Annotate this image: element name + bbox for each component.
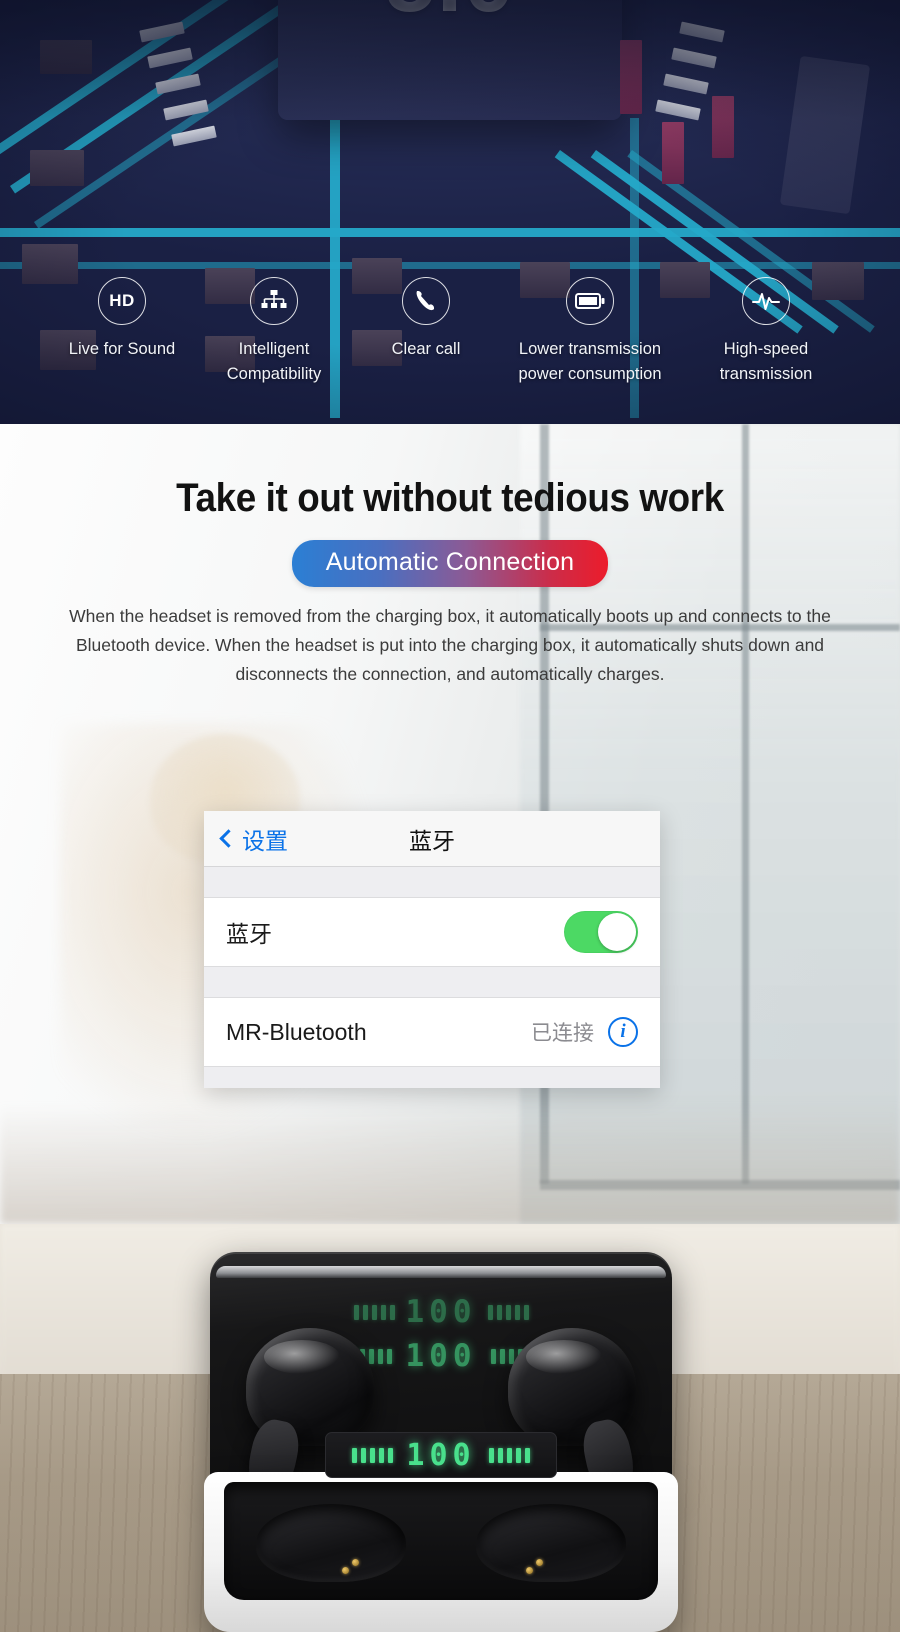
bluetooth-toggle-row[interactable]: 蓝牙	[204, 897, 660, 967]
feature-item-lower-power: Lower transmission power consumption	[502, 276, 678, 388]
feature-label: Clear call	[391, 339, 461, 358]
circuit-trace	[0, 262, 900, 269]
ios-navigation-bar: 设置 蓝牙	[204, 811, 660, 867]
battery-bars-right	[488, 1447, 530, 1463]
phone-call-icon	[402, 276, 450, 325]
earbud-left	[242, 1328, 374, 1502]
bluetooth-toggle-switch[interactable]	[564, 911, 638, 953]
info-circle-icon[interactable]: i	[608, 1017, 638, 1047]
earbud-socket-left	[256, 1504, 406, 1582]
battery-bars-right	[487, 1304, 529, 1320]
chip-illustration: 5.0	[278, 0, 622, 120]
hero-banner: 5.0 HD Live for Sound	[0, 0, 900, 424]
led-middle-value: 100	[405, 1338, 477, 1374]
led-top-value: 100	[405, 1294, 477, 1330]
component	[40, 40, 92, 74]
bluetooth-toggle-label: 蓝牙	[226, 921, 272, 947]
section-spacer-2	[204, 967, 660, 997]
sitemap-icon	[250, 276, 298, 325]
toggle-knob	[598, 913, 636, 951]
component	[30, 150, 84, 186]
battery-bars-left	[352, 1447, 394, 1463]
earbud-right	[508, 1328, 640, 1502]
page-title: Take it out without tedious work	[176, 476, 724, 520]
led-panel-value: 100	[406, 1437, 476, 1473]
feature-label: High-speed	[723, 339, 809, 358]
led-display-top: 100	[210, 1294, 672, 1330]
case-lid-edge	[216, 1266, 666, 1278]
badge-container: Automatic Connection	[0, 540, 900, 587]
circuit-trace	[0, 228, 900, 237]
bluetooth-version-label: 5.0	[278, 0, 622, 33]
feature-label: Live for Sound	[68, 339, 176, 358]
charging-case: 100 100 100	[204, 1236, 678, 1632]
hd-icon: HD	[98, 276, 146, 325]
description-paragraph: When the headset is removed from the cha…	[69, 606, 831, 684]
section-spacer	[204, 867, 660, 897]
earbud-highlight	[526, 1340, 602, 1374]
ios-bluetooth-settings-card: 设置 蓝牙 蓝牙 MR-Bluetooth 已连接 i	[204, 811, 660, 1088]
waveform-icon	[742, 276, 790, 325]
feature-list: HD Live for Sound Intelligent Compatibil…	[0, 276, 900, 388]
battery-icon	[566, 276, 614, 325]
room-floor	[0, 1104, 900, 1224]
earbud-highlight	[264, 1340, 340, 1374]
paired-device-row[interactable]: MR-Bluetooth 已连接 i	[204, 997, 660, 1067]
list-footer	[204, 1067, 660, 1088]
product-photo-section: 100 100 100	[0, 1224, 900, 1632]
device-name: MR-Bluetooth	[226, 1018, 367, 1045]
charging-pin	[526, 1567, 533, 1574]
window-mullion	[742, 424, 749, 1184]
resistor	[662, 122, 684, 184]
status-badge: Automatic Connection	[291, 540, 609, 587]
resistor	[712, 96, 734, 158]
connection-status: 已连接	[531, 1022, 594, 1045]
charging-case-open-base	[204, 1472, 678, 1632]
charging-pin	[536, 1559, 543, 1566]
led-display-panel: 100	[325, 1432, 557, 1478]
battery-bars-left	[353, 1304, 395, 1320]
feature-item-high-speed: High-speed transmission	[678, 276, 854, 388]
feature-label: Lower transmission	[518, 339, 662, 358]
charging-pin	[352, 1559, 359, 1566]
case-inner-tray	[224, 1482, 658, 1600]
resistor	[620, 40, 642, 114]
charging-pin	[342, 1567, 349, 1574]
screen-title: 蓝牙	[409, 827, 455, 854]
feature-label-2: power consumption	[518, 365, 662, 384]
feature-label: Intelligent	[238, 339, 310, 358]
earbud-socket-right	[476, 1504, 626, 1582]
feature-item-intelligent-compatibility: Intelligent Compatibility	[198, 276, 350, 388]
feature-label-2: transmission	[719, 365, 813, 384]
feature-item-live-for-sound: HD Live for Sound	[46, 276, 198, 363]
feature-label-2: Compatibility	[226, 365, 322, 384]
feature-item-clear-call: Clear call	[350, 276, 502, 363]
